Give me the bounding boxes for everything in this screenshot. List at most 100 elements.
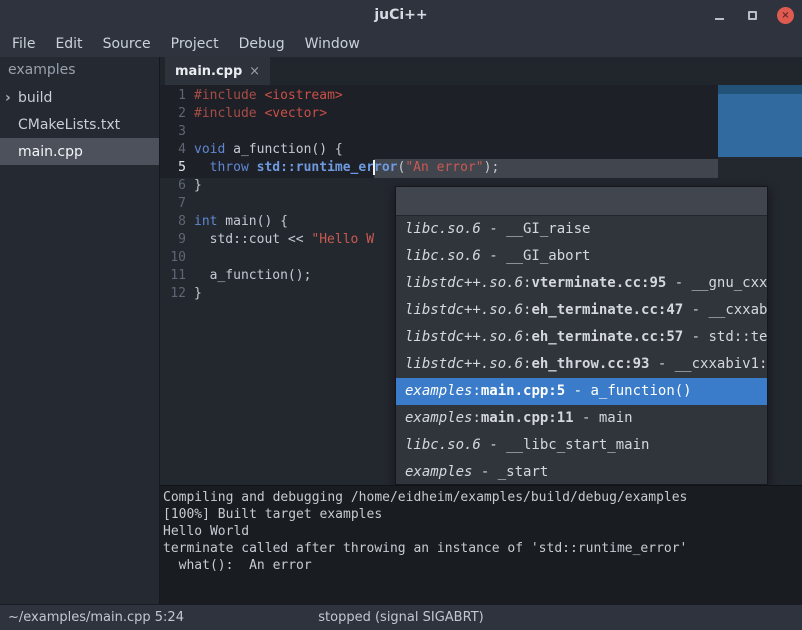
code-token: int [194, 214, 217, 229]
main-area: examples ›build CMakeLists.txt main.cpp ma… [0, 57, 802, 604]
minimize-icon [715, 18, 724, 20]
code-token: } [194, 178, 202, 193]
line-number: 11 [160, 267, 194, 285]
status-file-position: ~/examples/main.cpp 5:24 [0, 610, 184, 625]
titlebar[interactable]: juCi++ × [0, 0, 802, 30]
code-text: #include <vector> [194, 105, 327, 123]
window-controls: × [711, 0, 794, 30]
editor-pane: main.cpp × 1#include <iostream>2#include… [160, 57, 802, 604]
backtrace-popup: libc.so.6 - __GI_raiselibc.so.6 - __GI_a… [395, 186, 768, 485]
backtrace-text: examples [405, 464, 472, 480]
tree-item-cmakelists-txt[interactable]: CMakeLists.txt [0, 111, 159, 138]
tree-item-label: CMakeLists.txt [16, 117, 120, 133]
backtrace-popup-header [396, 187, 767, 216]
code-token: std::cout << [194, 232, 311, 247]
line-number: 9 [160, 231, 194, 249]
project-name: examples [0, 57, 159, 84]
backtrace-text: eh_terminate.cc:47 [531, 302, 683, 318]
backtrace-text: main.cpp:11 [481, 410, 574, 426]
backtrace-text: main.cpp:5 [481, 383, 565, 399]
backtrace-item[interactable]: libstdc++.so.6:eh_terminate.cc:47 - __cx… [396, 297, 767, 324]
backtrace-item[interactable]: libc.so.6 - __libc_start_main [396, 432, 767, 459]
code-token: throw [210, 160, 249, 175]
backtrace-text: - __libc_start_main [481, 437, 650, 453]
backtrace-text: libc.so.6 [405, 221, 481, 237]
menu-item-project[interactable]: Project [161, 32, 229, 56]
backtrace-text: examples [405, 410, 472, 426]
menubar: FileEditSourceProjectDebugWindow [0, 30, 802, 57]
code-token: } [194, 286, 202, 301]
menu-item-debug[interactable]: Debug [229, 32, 295, 56]
terminal-line: Hello World [163, 523, 800, 540]
tab-close-icon[interactable]: × [249, 64, 260, 79]
backtrace-text: libstdc++.so.6 [405, 302, 523, 318]
code-token: void [194, 142, 225, 157]
terminal-output[interactable]: Compiling and debugging /home/eidheim/ex… [160, 485, 802, 604]
line-number: 5 [160, 159, 194, 177]
backtrace-item[interactable]: libc.so.6 - __GI_abort [396, 243, 767, 270]
line-number: 10 [160, 249, 194, 267]
tab-main-cpp[interactable]: main.cpp × [165, 57, 270, 85]
code-token: <iostream> [264, 88, 342, 103]
backtrace-item[interactable]: libstdc++.so.6:eh_throw.cc:93 - __cxxabi… [396, 351, 767, 378]
backtrace-text: - _start [472, 464, 548, 480]
backtrace-item[interactable]: libstdc++.so.6:eh_terminate.cc:57 - std:… [396, 324, 767, 351]
code-token: <vector> [264, 106, 327, 121]
backtrace-item[interactable]: libstdc++.so.6:vterminate.cc:95 - __gnu_… [396, 270, 767, 297]
close-button[interactable]: × [777, 7, 794, 24]
backtrace-text: libc.so.6 [405, 437, 481, 453]
app-window: juCi++ × FileEditSourceProjectDebugWindo… [0, 0, 802, 630]
menu-item-window[interactable]: Window [295, 32, 370, 56]
menu-item-edit[interactable]: Edit [45, 32, 92, 56]
backtrace-item[interactable]: examples - _start [396, 459, 767, 485]
line-number: 6 [160, 177, 194, 195]
tree-item-label: main.cpp [16, 144, 83, 160]
backtrace-item[interactable]: examples:main.cpp:5 - a_function() [396, 378, 767, 405]
code-token: ); [484, 160, 500, 175]
backtrace-text: - main [574, 410, 633, 426]
tab-bar: main.cpp × [160, 57, 802, 85]
code-token [194, 160, 210, 175]
backtrace-text: - __GI_abort [481, 248, 591, 264]
backtrace-text: - __cxxabiv1::__cxa_thro [649, 356, 767, 372]
code-text: int main() { [194, 213, 288, 231]
line-number: 2 [160, 105, 194, 123]
line-number: 8 [160, 213, 194, 231]
menu-item-file[interactable]: File [2, 32, 45, 56]
chevron-right-icon: › [0, 90, 16, 106]
minimize-button[interactable] [711, 7, 728, 24]
terminal-line: terminate called after throwing an insta… [163, 540, 800, 557]
code-token: a_function() { [225, 142, 342, 157]
tree-item-main-cpp[interactable]: main.cpp [0, 138, 159, 165]
backtrace-text: - a_function() [565, 383, 691, 399]
code-line: 4void a_function() { [160, 141, 802, 159]
backtrace-text: examples [405, 383, 472, 399]
maximize-button[interactable] [744, 7, 761, 24]
file-tree: ›build CMakeLists.txt main.cpp [0, 84, 159, 165]
code-line: 2#include <vector> [160, 105, 802, 123]
code-token: "Hello W [311, 232, 374, 247]
window-title: juCi++ [374, 7, 427, 23]
file-explorer: examples ›build CMakeLists.txt main.cpp [0, 57, 160, 604]
backtrace-text: libstdc++.so.6 [405, 275, 523, 291]
code-text: #include <iostream> [194, 87, 343, 105]
backtrace-text: eh_throw.cc:93 [531, 356, 649, 372]
backtrace-text: - __gnu_cxx::__verbos [666, 275, 767, 291]
code-line: 3 [160, 123, 802, 141]
menu-item-source[interactable]: Source [93, 32, 161, 56]
line-number: 3 [160, 123, 194, 141]
backtrace-text: vterminate.cc:95 [531, 275, 666, 291]
backtrace-text: eh_terminate.cc:57 [531, 329, 683, 345]
backtrace-item[interactable]: libc.so.6 - __GI_raise [396, 216, 767, 243]
tree-item-build[interactable]: ›build [0, 84, 159, 111]
code-token: std::runtime_er [257, 160, 374, 175]
backtrace-item[interactable]: examples:main.cpp:11 - main [396, 405, 767, 432]
code-editor[interactable]: 1#include <iostream>2#include <vector>34… [160, 85, 802, 485]
code-token: "An error" [405, 160, 483, 175]
code-token: a_function(); [194, 268, 311, 283]
tree-item-label: build [16, 90, 52, 106]
backtrace-list: libc.so.6 - __GI_raiselibc.so.6 - __GI_a… [396, 216, 767, 485]
code-token: main() { [217, 214, 287, 229]
backtrace-text: : [472, 410, 480, 426]
tab-label: main.cpp [175, 64, 242, 79]
